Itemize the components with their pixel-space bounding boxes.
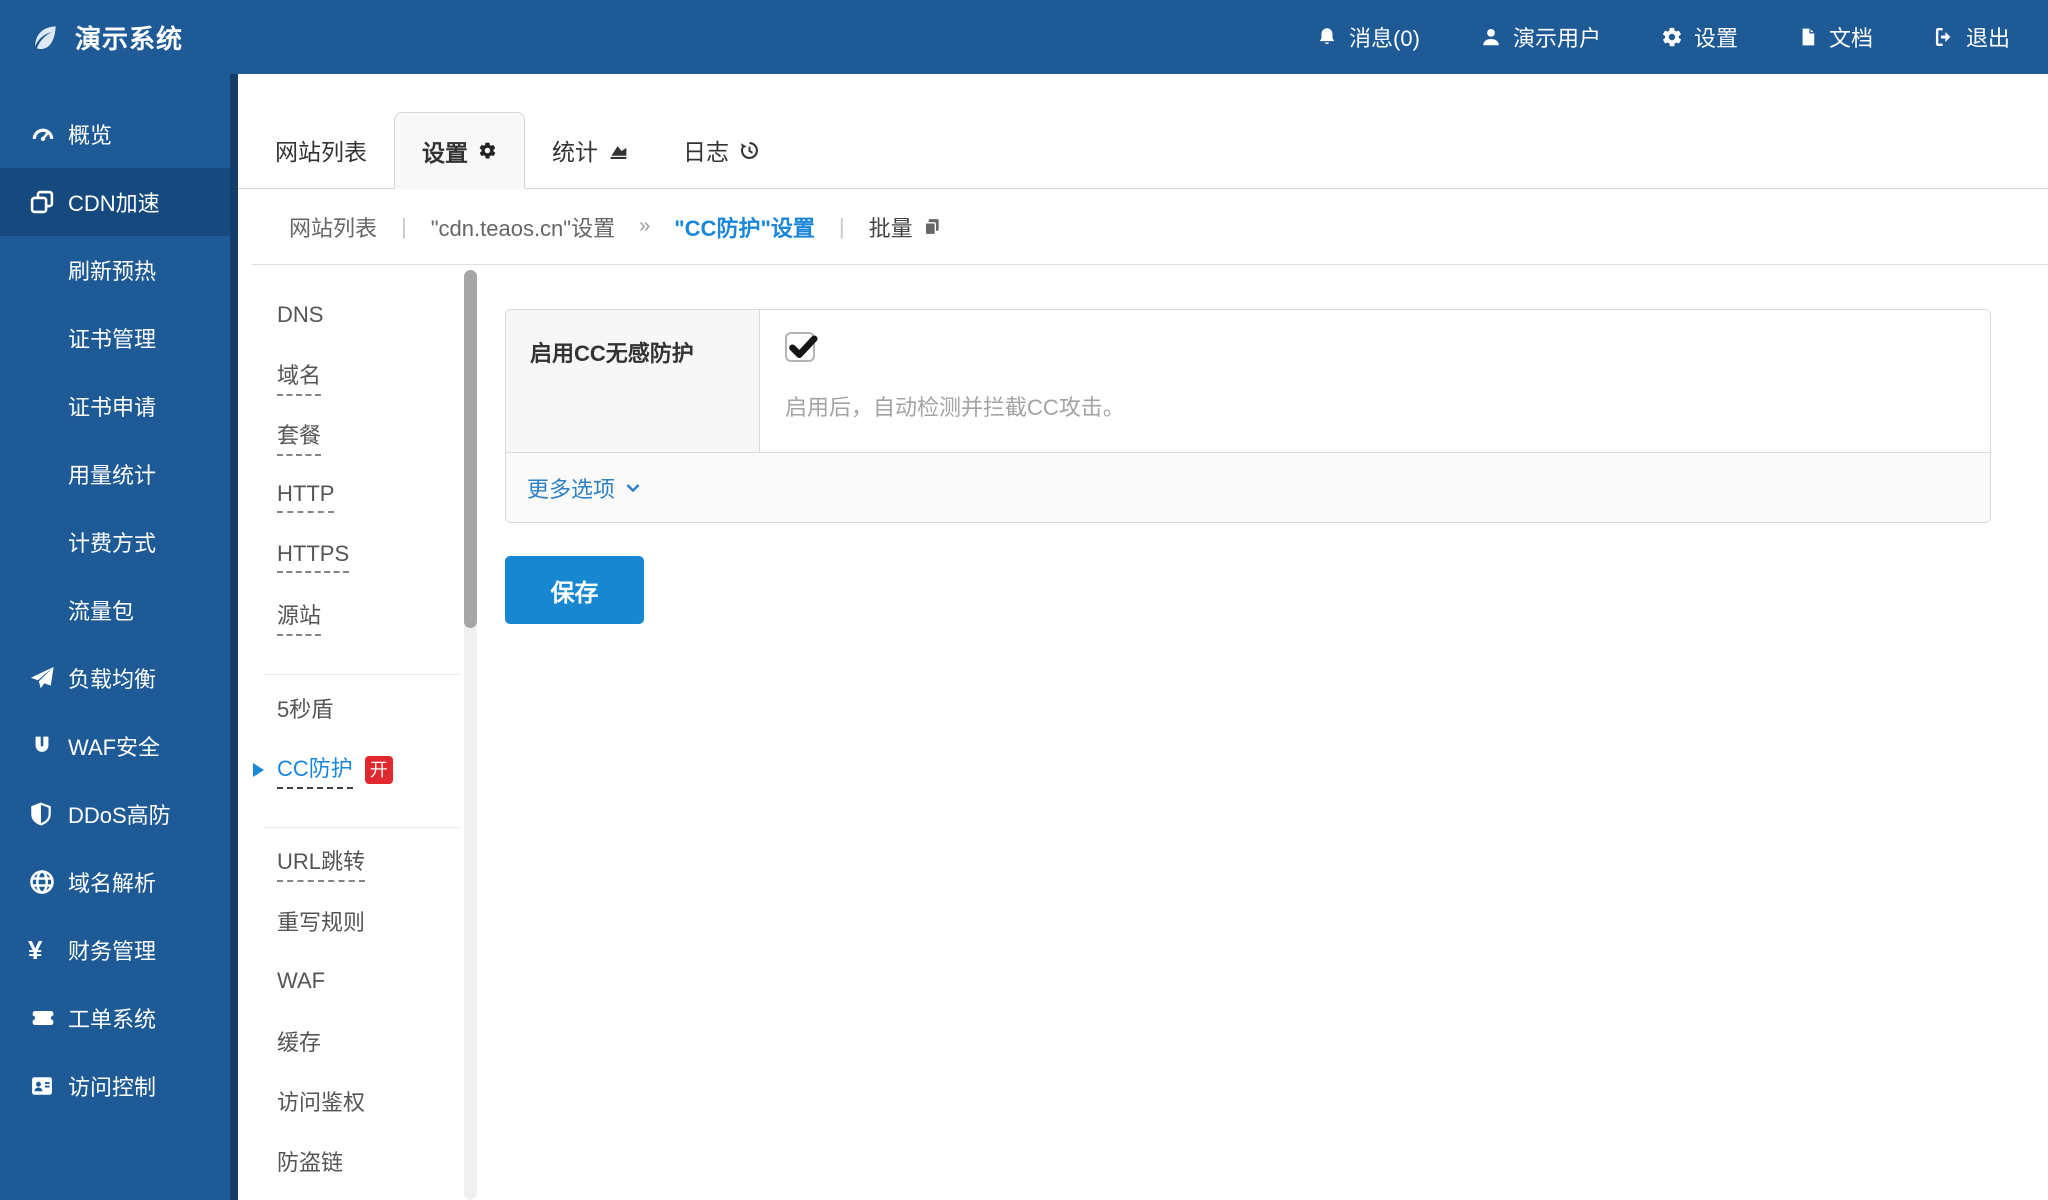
- menu-divider: [263, 827, 459, 828]
- checkmark-icon: [785, 329, 821, 365]
- menu-item-domain[interactable]: 域名: [277, 347, 464, 407]
- menu-item-rewrite-rules[interactable]: 重写规则: [277, 893, 464, 953]
- globe-icon: [28, 868, 68, 896]
- sidebar-item-ddos[interactable]: DDoS高防: [0, 780, 230, 848]
- sidebar-item-waf[interactable]: WAF安全: [0, 712, 230, 780]
- menu-item-5s-shield[interactable]: 5秒盾: [277, 680, 464, 740]
- yen-icon: ¥: [28, 937, 68, 963]
- menu-item-waf[interactable]: WAF: [277, 953, 464, 1013]
- menu-divider: [263, 674, 459, 675]
- sidebar-edge-divider: [230, 74, 238, 1200]
- history-icon: [739, 140, 760, 161]
- top-bar: 演示系统 消息(0) 演示用户 设置 文档: [0, 0, 2048, 74]
- settings-menu: DNS 域名 套餐 HTTP HTTPS 源站 5秒盾 CC: [238, 265, 464, 1200]
- sidebar-item-cert-manage[interactable]: 证书管理: [0, 304, 230, 372]
- menu-item-cc-protection[interactable]: CC防护 开: [277, 740, 464, 800]
- shield-icon: [28, 800, 68, 828]
- sidebar-item-refresh-preheat[interactable]: 刷新预热: [0, 236, 230, 304]
- tab-settings[interactable]: 设置: [394, 112, 525, 189]
- cc-protection-checkbox[interactable]: [785, 332, 815, 362]
- tab-logs[interactable]: 日志: [656, 112, 787, 188]
- id-card-icon: [28, 1072, 68, 1100]
- menu-item-url-redirect[interactable]: URL跳转: [277, 833, 464, 893]
- area-chart-icon: [608, 140, 629, 161]
- document-icon: [1798, 26, 1818, 48]
- sidebar-nav: 概览 CDN加速 刷新预热 证书管理 证书申请 用量统计 计费方式 流量包 负载…: [0, 74, 230, 1200]
- sidebar-item-access-control[interactable]: 访问控制: [0, 1052, 230, 1120]
- sidebar-item-tickets[interactable]: 工单系统: [0, 984, 230, 1052]
- app-logo[interactable]: 演示系统: [0, 19, 230, 56]
- breadcrumb-separator: |: [401, 214, 407, 240]
- tab-site-list[interactable]: 网站列表: [248, 112, 394, 188]
- user-menu[interactable]: 演示用户: [1480, 21, 1601, 53]
- form-card: 启用CC无感防护 启用后，自动检测并拦截CC攻击。 更多选项: [505, 309, 1991, 523]
- bell-icon: [1316, 26, 1338, 48]
- gauge-icon: [28, 121, 68, 147]
- chevron-down-icon: [624, 479, 642, 497]
- batch-button[interactable]: 批量: [869, 211, 942, 243]
- enable-cc-row: 启用CC无感防护 启用后，自动检测并拦截CC攻击。: [506, 310, 1990, 452]
- menu-scrollbar[interactable]: [464, 270, 477, 1200]
- ticket-icon: [28, 1005, 68, 1031]
- sidebar-item-cdn[interactable]: CDN加速: [0, 168, 230, 236]
- scrollbar-thumb[interactable]: [464, 270, 477, 628]
- copy-icon: [922, 217, 942, 237]
- menu-item-https[interactable]: HTTPS: [277, 527, 464, 587]
- breadcrumb: 网站列表 | "cdn.teaos.cn"设置 » "CC防护"设置 | 批量: [252, 189, 2048, 265]
- logout-icon: [1933, 26, 1955, 48]
- docs-button[interactable]: 文档: [1798, 21, 1873, 53]
- leaf-icon: [30, 22, 60, 52]
- breadcrumb-separator-2: |: [839, 214, 845, 240]
- sidebar-item-billing-method[interactable]: 计费方式: [0, 508, 230, 576]
- sidebar-item-overview[interactable]: 概览: [0, 100, 230, 168]
- breadcrumb-site-list[interactable]: 网站列表: [289, 211, 377, 243]
- sidebar-item-cert-apply[interactable]: 证书申请: [0, 372, 230, 440]
- messages-button[interactable]: 消息(0): [1316, 21, 1420, 53]
- active-arrow-icon: [253, 763, 264, 777]
- paper-plane-icon: [28, 664, 68, 692]
- menu-item-origin[interactable]: 源站: [277, 587, 464, 647]
- cc-on-badge: 开: [365, 756, 393, 784]
- topbar-actions: 消息(0) 演示用户 设置 文档 退出: [1316, 21, 2048, 53]
- sidebar-item-traffic-pack[interactable]: 流量包: [0, 576, 230, 644]
- settings-body: DNS 域名 套餐 HTTP HTTPS 源站 5秒盾 CC: [238, 265, 2048, 1200]
- gear-icon: [1661, 26, 1683, 48]
- clone-icon: [28, 188, 68, 216]
- menu-item-anti-leech[interactable]: 防盗链: [277, 1133, 464, 1193]
- menu-item-cache[interactable]: 缓存: [277, 1013, 464, 1073]
- more-options-row: 更多选项: [506, 452, 1990, 522]
- field-label: 启用CC无感防护: [506, 310, 760, 452]
- sidebar-item-dns-resolve[interactable]: 域名解析: [0, 848, 230, 916]
- breadcrumb-arrow: »: [639, 215, 650, 238]
- logout-button[interactable]: 退出: [1933, 21, 2010, 53]
- user-icon: [1480, 26, 1502, 48]
- breadcrumb-cc-settings[interactable]: "CC防护"设置: [674, 211, 815, 243]
- magnet-icon: [28, 732, 68, 760]
- breadcrumb-domain-settings[interactable]: "cdn.teaos.cn"设置: [431, 211, 615, 243]
- settings-button[interactable]: 设置: [1661, 21, 1738, 53]
- menu-item-http[interactable]: HTTP: [277, 467, 464, 527]
- gear-icon: [478, 141, 497, 160]
- app-title: 演示系统: [75, 19, 183, 56]
- sidebar-item-usage-stats[interactable]: 用量统计: [0, 440, 230, 508]
- main-content: 网站列表 设置 统计 日志 网站列表 | "cdn.teaos.cn"设置 » …: [238, 74, 2048, 1200]
- menu-item-access-auth[interactable]: 访问鉴权: [277, 1073, 464, 1133]
- sidebar-item-load-balance[interactable]: 负载均衡: [0, 644, 230, 712]
- more-options-toggle[interactable]: 更多选项: [527, 472, 642, 504]
- save-button[interactable]: 保存: [505, 556, 644, 624]
- tab-bar: 网站列表 设置 统计 日志: [238, 112, 2048, 189]
- field-value: 启用后，自动检测并拦截CC攻击。: [760, 310, 1990, 452]
- menu-item-plan[interactable]: 套餐: [277, 407, 464, 467]
- cc-protection-form: 启用CC无感防护 启用后，自动检测并拦截CC攻击。 更多选项: [477, 265, 2048, 1200]
- sidebar-item-finance[interactable]: ¥ 财务管理: [0, 916, 230, 984]
- field-help-text: 启用后，自动检测并拦截CC攻击。: [785, 390, 1990, 422]
- menu-item-dns[interactable]: DNS: [277, 287, 464, 347]
- tab-statistics[interactable]: 统计: [525, 112, 656, 188]
